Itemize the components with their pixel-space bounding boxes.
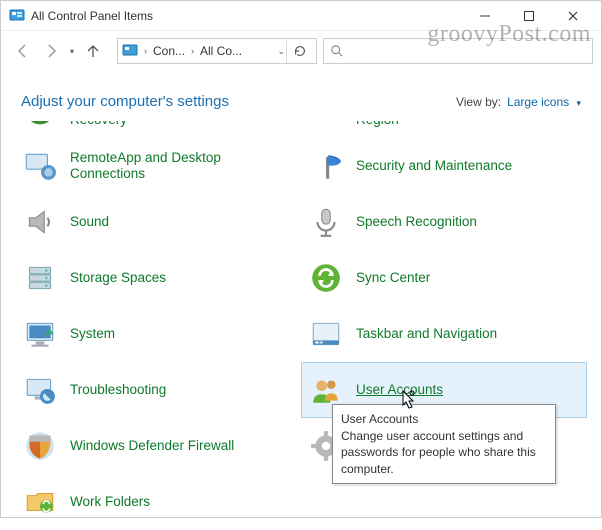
item-speech[interactable]: Speech Recognition <box>301 194 587 250</box>
item-label: Speech Recognition <box>356 214 477 230</box>
recovery-icon <box>22 120 58 128</box>
title-bar: All Control Panel Items <box>1 1 601 31</box>
region-icon <box>308 120 344 128</box>
item-label: User Accounts <box>356 382 443 398</box>
security-icon <box>308 148 344 184</box>
remoteapp-icon <box>22 148 58 184</box>
forward-button[interactable] <box>37 37 65 65</box>
viewby-dropdown[interactable]: Large icons ▾ <box>507 95 581 109</box>
search-input[interactable] <box>323 38 593 64</box>
tooltip: User Accounts Change user account settin… <box>332 404 556 484</box>
sound-icon <box>22 204 58 240</box>
chevron-down-icon: ▾ <box>576 98 581 108</box>
item-remoteapp[interactable]: RemoteApp and Desktop Connections <box>15 138 301 194</box>
page-heading: Adjust your computer's settings <box>21 93 229 110</box>
item-label: Troubleshooting <box>70 382 166 398</box>
control-panel-icon <box>122 43 138 59</box>
refresh-button[interactable] <box>286 39 312 63</box>
history-dropdown[interactable]: ▾ <box>65 37 79 65</box>
work-folders-icon <box>22 484 58 520</box>
user-accounts-icon <box>308 372 344 408</box>
taskbar-icon <box>308 316 344 352</box>
window-title: All Control Panel Items <box>31 9 153 23</box>
item-label: Storage Spaces <box>70 270 166 286</box>
item-label: Recovery <box>70 120 127 128</box>
item-taskbar[interactable]: Taskbar and Navigation <box>301 306 587 362</box>
close-button[interactable] <box>551 2 595 30</box>
item-label: Security and Maintenance <box>356 158 512 174</box>
item-system[interactable]: System <box>15 306 301 362</box>
item-security[interactable]: Security and Maintenance <box>301 138 587 194</box>
defender-icon <box>22 428 58 464</box>
item-sound[interactable]: Sound <box>15 194 301 250</box>
tooltip-title: User Accounts <box>341 411 547 427</box>
chevron-right-icon[interactable]: › <box>142 46 149 56</box>
tooltip-body: Change user account settings and passwor… <box>341 428 547 477</box>
nav-bar: ▾ › Con... › All Co... ⌄ <box>1 31 601 71</box>
item-label: Work Folders <box>70 494 150 510</box>
address-bar[interactable]: › Con... › All Co... ⌄ <box>117 38 317 64</box>
item-label: Sound <box>70 214 109 230</box>
back-button[interactable] <box>9 37 37 65</box>
viewby-value-text: Large icons <box>507 95 569 109</box>
minimize-button[interactable] <box>463 2 507 30</box>
maximize-button[interactable] <box>507 2 551 30</box>
system-icon <box>22 316 58 352</box>
troubleshooting-icon <box>22 372 58 408</box>
control-panel-icon <box>9 8 25 24</box>
item-label: RemoteApp and Desktop Connections <box>70 150 294 182</box>
item-label: System <box>70 326 115 342</box>
breadcrumb-seg2[interactable]: All Co... <box>196 44 246 58</box>
item-storage[interactable]: Storage Spaces <box>15 250 301 306</box>
item-troubleshooting[interactable]: Troubleshooting <box>15 362 301 418</box>
sync-icon <box>308 260 344 296</box>
storage-icon <box>22 260 58 296</box>
item-defender[interactable]: Windows Defender Firewall <box>15 418 301 474</box>
item-workfolders[interactable]: Work Folders <box>15 474 301 530</box>
breadcrumb-seg1[interactable]: Con... <box>149 44 189 58</box>
item-label: Region <box>356 120 399 128</box>
item-region[interactable]: Region <box>301 120 587 138</box>
up-button[interactable] <box>79 37 107 65</box>
item-label: Windows Defender Firewall <box>70 438 234 454</box>
item-sync[interactable]: Sync Center <box>301 250 587 306</box>
viewby-label: View by: <box>456 95 501 109</box>
item-label: Taskbar and Navigation <box>356 326 497 342</box>
item-label: Sync Center <box>356 270 430 286</box>
settings-bar: Adjust your computer's settings View by:… <box>1 71 601 120</box>
search-icon <box>330 44 344 58</box>
chevron-right-icon[interactable]: › <box>189 46 196 56</box>
speech-icon <box>308 204 344 240</box>
item-recovery[interactable]: Recovery <box>15 120 301 138</box>
